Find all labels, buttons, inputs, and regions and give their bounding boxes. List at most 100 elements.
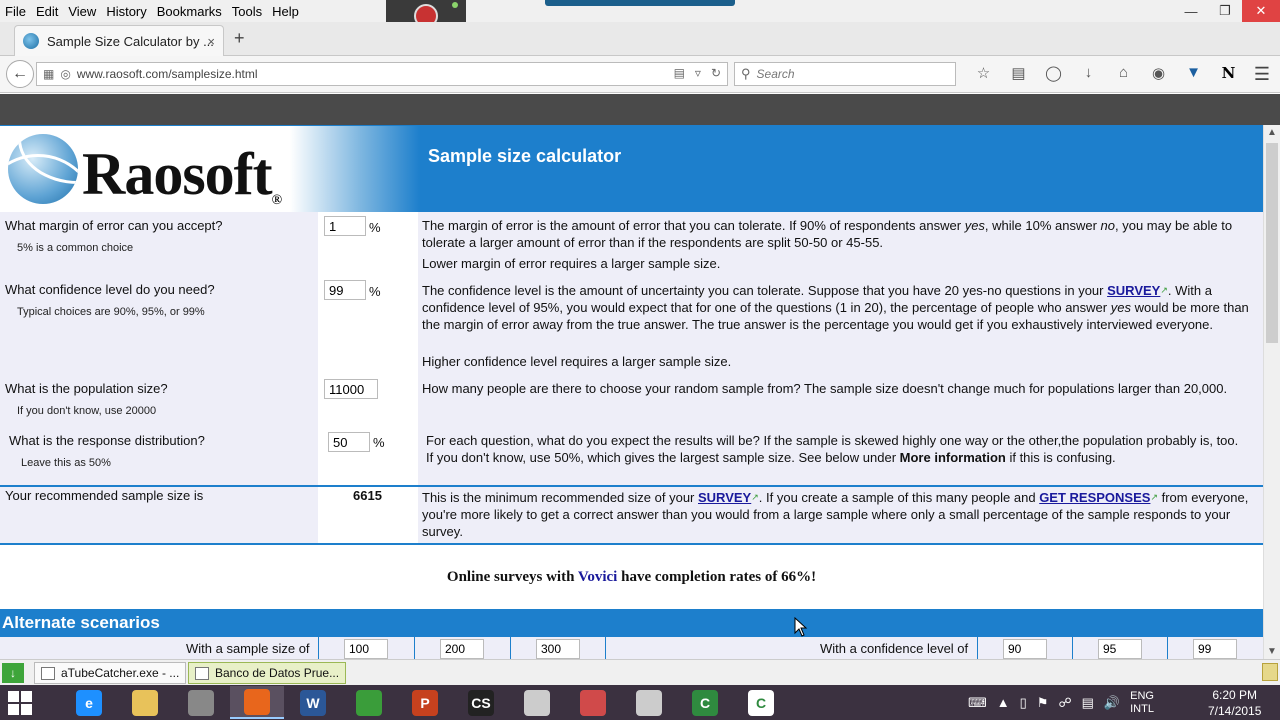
tray-arrow-icon[interactable]: ▲ xyxy=(997,695,1010,710)
menu-history[interactable]: History xyxy=(101,4,151,19)
close-window-icon[interactable]: ✕ xyxy=(1242,0,1280,22)
bookmark-star-icon[interactable]: ☆ xyxy=(966,64,1001,82)
taskbar-app-camtasia2[interactable]: C xyxy=(734,686,788,719)
margin-error-unit: % xyxy=(369,220,381,235)
menu-hamburger-icon[interactable]: ☰ xyxy=(1254,64,1270,85)
camtasia-icon: C xyxy=(692,689,718,716)
globe-icon: ◎ xyxy=(60,67,71,81)
get-responses-link[interactable]: GET RESPONSES xyxy=(1039,490,1150,505)
menu-view[interactable]: View xyxy=(63,4,101,19)
taskbar-app-paint[interactable] xyxy=(566,686,620,719)
scroll-up-icon[interactable]: ▲ xyxy=(1267,127,1277,138)
window-icon-2 xyxy=(195,667,209,680)
scroll-down-icon[interactable]: ▼ xyxy=(1267,646,1277,657)
dropdown-icon[interactable]: ▿ xyxy=(695,66,701,80)
taskbar-app-ie[interactable]: e xyxy=(62,686,116,719)
search-box[interactable]: ⚲ Search xyxy=(734,62,956,86)
alt-confidence-input-1[interactable] xyxy=(1003,639,1047,659)
taskbar-clock[interactable]: 6:20 PM 7/14/2015 xyxy=(1208,687,1261,719)
start-windows-icon[interactable] xyxy=(8,691,32,715)
taskbar-app-chrome[interactable] xyxy=(342,686,396,719)
word-icon: W xyxy=(300,689,326,716)
raosoft-logo[interactable]: Raosoft® xyxy=(8,132,308,212)
language-indicator[interactable]: ENG INTL xyxy=(1130,690,1154,716)
menu-file[interactable]: File xyxy=(0,4,31,19)
download-arrow-icon[interactable]: ↓ xyxy=(2,663,24,683)
alt-confidence-input-2[interactable] xyxy=(1098,639,1142,659)
margin-error-hint: 5% is a common choice xyxy=(17,242,134,254)
extension-n-icon[interactable]: N xyxy=(1211,64,1246,82)
status-item-atubecatcher[interactable]: aTubeCatcher.exe - ... xyxy=(34,662,187,684)
url-bar[interactable]: ▦ ◎ www.raosoft.com/samplesize.html ▤ ▿ … xyxy=(36,62,728,86)
restore-icon[interactable]: ❐ xyxy=(1208,0,1242,22)
bookmarks-list-icon[interactable]: ▤ xyxy=(1001,64,1036,82)
flame-icon xyxy=(524,689,550,716)
mouse-cursor-icon xyxy=(794,617,808,637)
page-scrollbar[interactable]: ▲ ▼ xyxy=(1263,125,1280,659)
cs-icon: CS xyxy=(468,689,494,716)
keyboard-icon[interactable]: ⌨ xyxy=(968,695,987,711)
download-helper-icon[interactable]: ▼ xyxy=(1176,64,1211,82)
resize-grip-icon[interactable] xyxy=(1262,663,1278,681)
window-controls: — ❐ ✕ xyxy=(1174,0,1280,22)
response-distribution-input[interactable] xyxy=(328,432,370,452)
tab-sample-size-calculator[interactable]: Sample Size Calculator by ... × xyxy=(14,25,224,56)
new-tab-button[interactable]: + xyxy=(234,28,245,49)
alternate-scenarios-band: Alternate scenarios xyxy=(0,609,1263,637)
system-tray: ⌨ ▲ ▯ ⚑ ☍ ▤ 🔊 ENG INTL xyxy=(968,685,1154,720)
download-icon[interactable]: ↓ xyxy=(1071,64,1106,82)
alt-confidence-input-3[interactable] xyxy=(1193,639,1237,659)
reload-icon[interactable]: ↻ xyxy=(711,66,721,80)
margin-error-label: What margin of error can you accept? xyxy=(5,218,223,233)
confidence-note: Higher confidence level requires a large… xyxy=(422,354,732,369)
taskbar-app-word[interactable]: W xyxy=(286,686,340,719)
status-item-banco-datos[interactable]: Banco de Datos Prue... xyxy=(188,662,347,684)
taskbar-app-calculator[interactable] xyxy=(174,686,228,719)
menu-tools[interactable]: Tools xyxy=(227,4,267,19)
chat-icon[interactable]: ◉ xyxy=(1141,64,1176,82)
confidence-level-unit: % xyxy=(369,284,381,299)
alt-sample-input-2[interactable] xyxy=(440,639,484,659)
population-size-input[interactable] xyxy=(324,379,378,399)
pocket-icon[interactable]: ◯ xyxy=(1036,64,1071,82)
page-info-icon[interactable]: ▦ xyxy=(43,67,54,81)
survey-link[interactable]: SURVEY xyxy=(1107,283,1160,298)
alternate-scenarios-title: Alternate scenarios xyxy=(2,613,160,632)
reader-view-icon[interactable]: ▤ xyxy=(674,66,685,80)
minimize-icon[interactable]: — xyxy=(1174,0,1208,22)
alt-sample-input-3[interactable] xyxy=(536,639,580,659)
margin-error-input[interactable] xyxy=(324,216,366,236)
taskbar-app-camtasia[interactable]: C xyxy=(678,686,732,719)
flag-icon[interactable]: ⚑ xyxy=(1037,695,1049,711)
signal-icon[interactable]: ▤ xyxy=(1082,695,1094,711)
back-button[interactable]: ← xyxy=(6,60,34,88)
tab-strip: Sample Size Calculator by ... × + xyxy=(0,22,1280,56)
volume-icon[interactable]: 🔊 xyxy=(1104,695,1120,711)
home-icon[interactable]: ⌂ xyxy=(1106,64,1141,82)
clock-date: 7/14/2015 xyxy=(1208,704,1262,718)
close-tab-icon[interactable]: × xyxy=(207,34,215,49)
taskbar-app-flame[interactable] xyxy=(510,686,564,719)
response-distribution-hint: Leave this as 50% xyxy=(21,457,111,469)
taskbar-app-firefox[interactable] xyxy=(230,686,284,719)
network-icon[interactable]: ▯ xyxy=(1020,695,1027,711)
vovici-link[interactable]: Vovici xyxy=(578,569,617,585)
menu-bookmarks[interactable]: Bookmarks xyxy=(152,4,227,19)
taskbar-app-powerpoint[interactable]: P xyxy=(398,686,452,719)
recorder-tab[interactable] xyxy=(545,0,735,6)
raosoft-favicon-icon xyxy=(23,33,39,49)
camtasia2-icon: C xyxy=(748,689,774,716)
taskbar-app-folder[interactable] xyxy=(118,686,172,719)
taskbar-app-cs[interactable]: CS xyxy=(454,686,508,719)
power-icon[interactable]: ☍ xyxy=(1058,695,1071,711)
navigation-bar: ← ▦ ◎ www.raosoft.com/samplesize.html ▤ … xyxy=(0,56,1280,93)
survey-link-2[interactable]: SURVEY xyxy=(698,490,751,505)
alt-sample-input-1[interactable] xyxy=(344,639,388,659)
taskbar-app-flame2[interactable] xyxy=(622,686,676,719)
scroll-thumb[interactable] xyxy=(1266,143,1278,343)
menu-edit[interactable]: Edit xyxy=(31,4,63,19)
population-size-hint: If you don't know, use 20000 xyxy=(17,405,157,417)
confidence-level-input[interactable] xyxy=(324,280,366,300)
menu-help[interactable]: Help xyxy=(267,4,304,19)
search-placeholder: Search xyxy=(756,67,795,81)
